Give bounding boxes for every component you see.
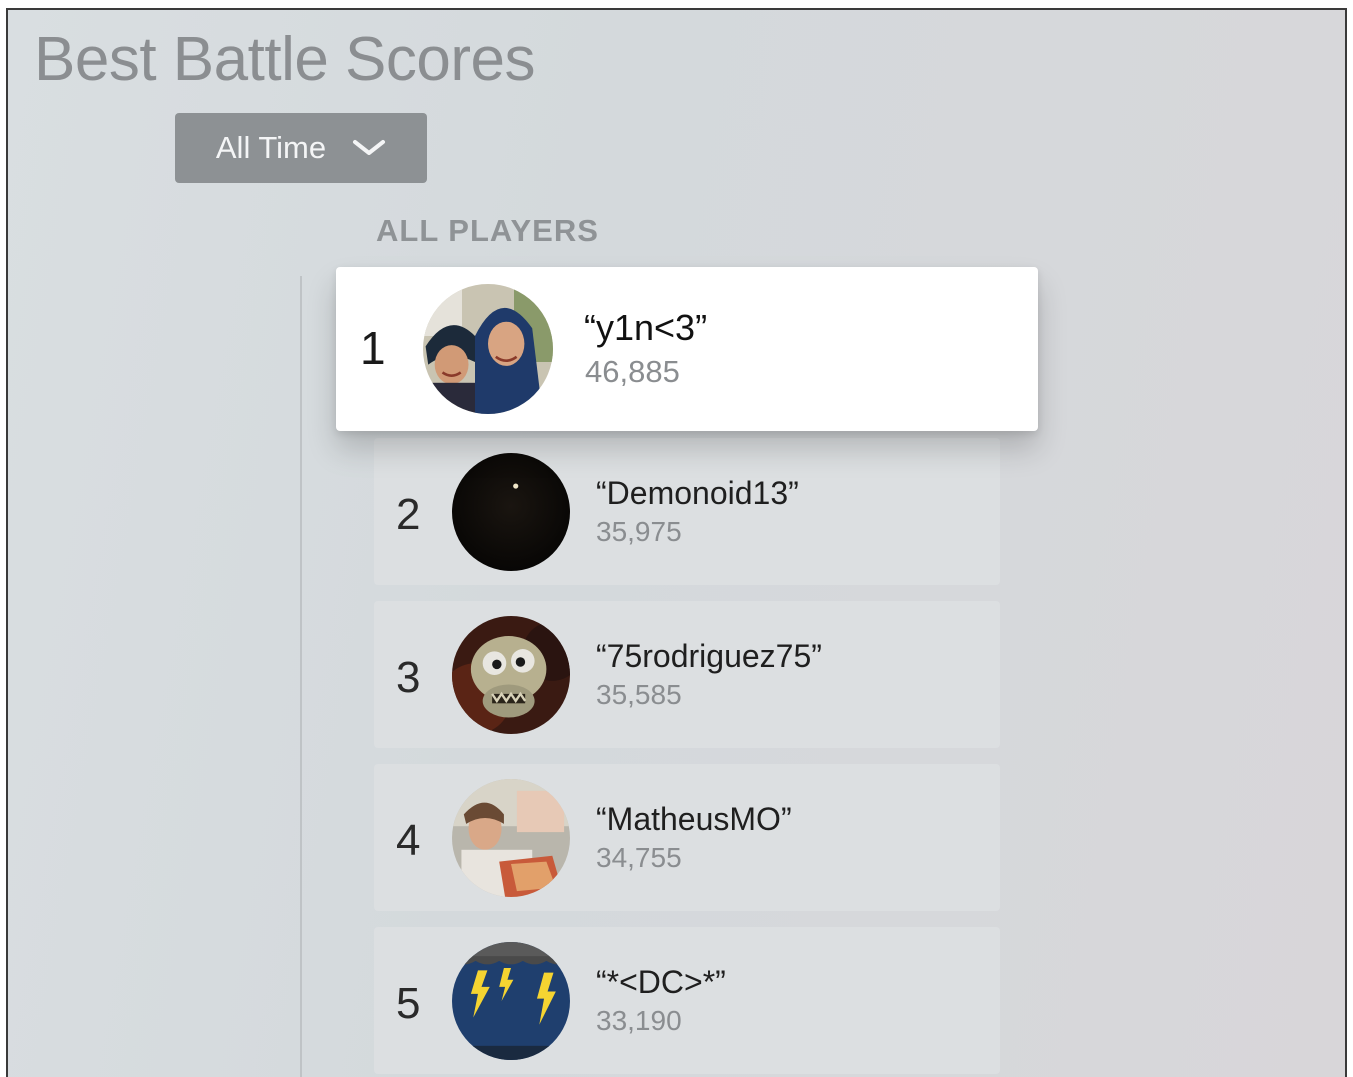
rank-number: 1 — [360, 322, 386, 374]
player-score: 33,190 — [596, 1005, 682, 1036]
leaderboard-row[interactable]: 5 “*<DC>*” 33,190 — [374, 927, 1000, 1074]
player-score: 34,755 — [596, 842, 682, 873]
leaderboard-row-focused[interactable]: 1 “y1n<3” 46,885 — [336, 267, 1038, 431]
player-name: “y1n<3” — [584, 307, 708, 348]
time-filter-label: All Time — [215, 130, 327, 165]
player-score: 35,585 — [596, 679, 682, 710]
lightning-avatar — [452, 942, 570, 1060]
player-name: “Demonoid13” — [596, 475, 799, 511]
player-score: 35,975 — [596, 516, 682, 547]
list-divider — [300, 276, 302, 1077]
player-name: “MatheusMO” — [596, 801, 792, 837]
rank-number: 5 — [396, 979, 421, 1028]
player-score: 46,885 — [585, 354, 680, 389]
chevron-down-icon — [352, 138, 386, 158]
game-center-screen: Best Battle Scores All Time ALL PLAYERS … — [6, 8, 1347, 1077]
page-title: Best Battle Scores — [34, 25, 536, 94]
time-filter-dropdown[interactable]: All Time — [175, 113, 427, 183]
photo-two-people-avatar — [423, 284, 553, 414]
player-name: “75rodriguez75” — [596, 638, 822, 674]
rank-number: 4 — [396, 816, 421, 865]
section-title: ALL PLAYERS — [376, 213, 599, 248]
rank-number: 3 — [396, 653, 421, 702]
dark-avatar — [452, 453, 570, 571]
leaderboard-row[interactable]: 4 “MatheusMO” 34,755 — [374, 764, 1000, 911]
leaderboard-row[interactable]: 3 “75rodriguez75” 35,585 — [374, 601, 1000, 748]
player-name: “*<DC>*” — [596, 964, 726, 1000]
skull-avatar — [452, 616, 570, 734]
leaderboard-row[interactable]: 2 “Demonoid13” 35,975 — [374, 438, 1000, 585]
rank-number: 2 — [396, 490, 421, 539]
photo-person-avatar — [452, 779, 570, 897]
